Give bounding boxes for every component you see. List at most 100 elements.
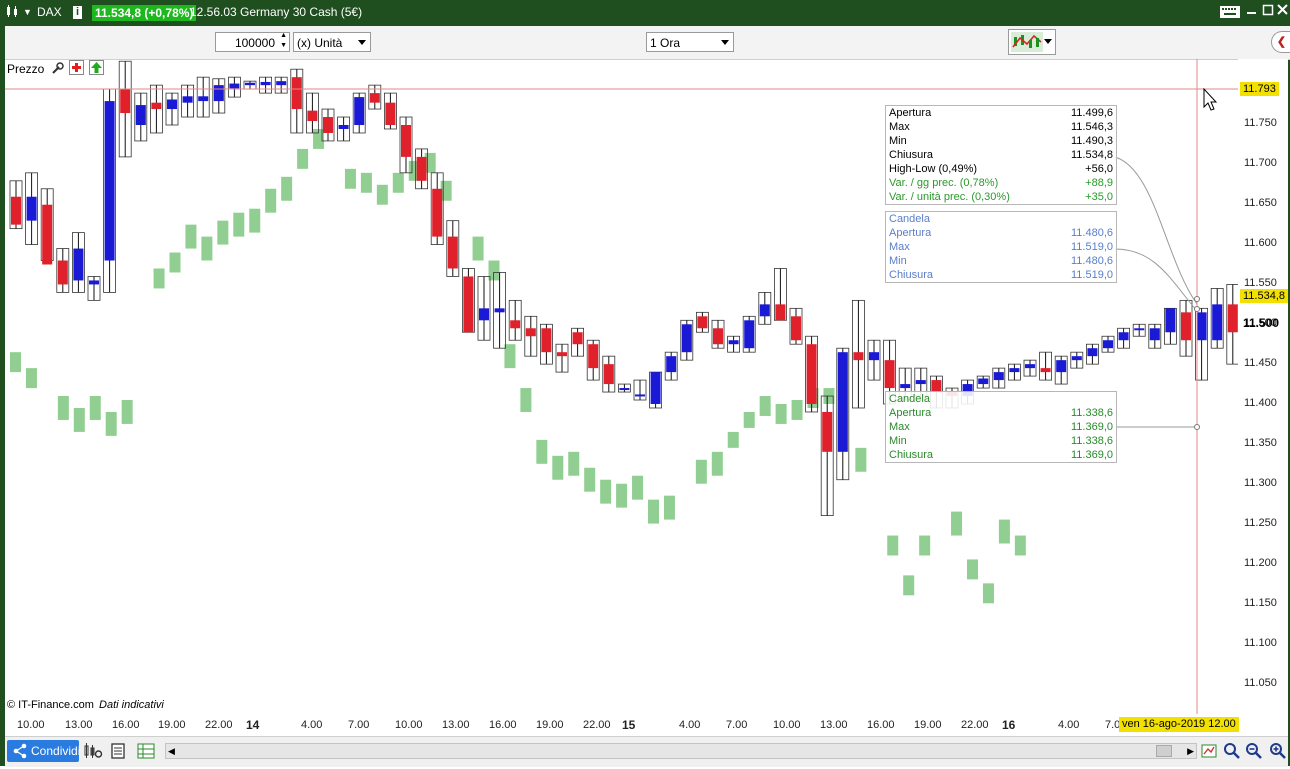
info-row-value: 11.490,3 — [1070, 135, 1113, 147]
bull-candle-body — [759, 304, 770, 317]
info-row-value: 11.534,8 — [1070, 149, 1113, 161]
price-axis[interactable]: 11.750 11.700 11.650 11.600 11.550 11.500 11.4… — [1238, 59, 1289, 714]
price-tick-label: 11.650 — [1244, 197, 1277, 209]
bear-candle-body — [42, 204, 53, 265]
indicator-block — [392, 172, 404, 193]
time-tick-label: 10.00 — [395, 719, 423, 731]
stepper-down-icon[interactable]: ▼ — [280, 40, 287, 52]
info-row-value: 11.480,6 — [1070, 255, 1113, 267]
info-row: Max 11.369,0 — [886, 420, 1116, 434]
minimize-icon[interactable] — [1246, 4, 1258, 20]
mouse-pointer-icon — [1203, 87, 1218, 111]
chart-panel-header: Prezzo — [7, 60, 107, 76]
indicator-block — [663, 495, 675, 520]
bear-candle-body — [1181, 312, 1191, 341]
quantity-value: 100000 — [234, 36, 275, 50]
info-row-label: Var. / gg prec. (0,78%) — [889, 177, 999, 189]
fit-chart-icon[interactable] — [1200, 742, 1218, 765]
zoom-in-icon[interactable] — [1269, 742, 1287, 765]
symbol-label[interactable]: DAX — [37, 5, 62, 19]
price-tick-label: 11.050 — [1244, 677, 1277, 689]
zoom-out-icon[interactable] — [1245, 742, 1263, 765]
share-label: Condividi — [31, 744, 81, 758]
notes-icon[interactable] — [110, 742, 126, 765]
side-panel-toggle-icon[interactable]: ❮ — [1271, 31, 1290, 53]
wrench-icon[interactable] — [51, 62, 64, 75]
chart-layout-icon[interactable] — [137, 742, 155, 765]
bull-candle-body — [1071, 356, 1082, 361]
chart-panel-label: Prezzo — [7, 62, 45, 76]
share-icon — [13, 740, 27, 769]
indicator-block — [998, 519, 1010, 544]
cursor-marker — [1194, 424, 1200, 430]
info-row: Max 11.519,0 — [886, 240, 1116, 254]
info-row-value: +56,0 — [1085, 163, 1113, 175]
indicator-block — [73, 407, 85, 432]
unit-select[interactable]: (x) Unità — [293, 32, 371, 52]
candlestick-icon[interactable] — [6, 4, 20, 22]
price-chart[interactable]: Prezzo © IT-Finance.com Dati indicativi … — [5, 59, 1238, 714]
share-button[interactable]: Condividi — [7, 740, 81, 762]
bull-candle-body — [900, 384, 911, 389]
info-row-value: 11.519,0 — [1070, 269, 1113, 281]
bear-candle-body — [432, 188, 443, 237]
bear-candle-body — [775, 304, 786, 321]
scroll-left-icon[interactable]: ◀ — [168, 745, 175, 757]
bear-candle-body — [510, 320, 521, 329]
chevron-down-icon[interactable]: ▼ — [23, 4, 32, 20]
maximize-icon[interactable] — [1262, 4, 1274, 20]
add-indicator-icon[interactable] — [69, 60, 85, 75]
info-row-label: Apertura — [889, 107, 932, 119]
indicator-block — [759, 396, 771, 416]
bull-candle-body — [635, 394, 645, 397]
price-tick-label: 11.550 — [1244, 277, 1277, 289]
indicator-block — [504, 344, 516, 369]
last-price-label: 11.534,8 — [1240, 289, 1289, 303]
price-tick-label: 11.200 — [1244, 557, 1277, 569]
horizontal-scrollbar[interactable]: ◀ ▶ — [165, 743, 1197, 759]
bold-price-label: 11.500 — [1243, 316, 1280, 330]
scroll-thumb[interactable] — [1156, 745, 1172, 757]
keyboard-icon[interactable] — [1220, 6, 1240, 22]
time-tick-label: 10.00 — [773, 719, 801, 731]
quantity-stepper[interactable]: 100000 ▲ ▼ — [215, 32, 290, 52]
bear-candle-body — [884, 360, 895, 389]
timeframe-select-value: 1 Ora — [650, 36, 681, 50]
info-row-value: 11.480,6 — [1070, 227, 1113, 239]
time-tick-label: 7.00 — [348, 719, 370, 731]
bull-candle-body — [479, 308, 489, 321]
info-icon[interactable]: i — [73, 6, 82, 19]
indicator-block — [89, 396, 101, 420]
info-row-value: 11.338,6 — [1070, 407, 1113, 419]
indicator-block — [584, 467, 596, 492]
info-row: Var. / gg prec. (0,78%) +88,9 — [886, 176, 1116, 190]
bear-candle-body — [588, 344, 599, 369]
chart-style-button[interactable] — [1008, 29, 1056, 55]
info-row-value: +88,9 — [1085, 177, 1113, 189]
bottom-toolbar: Condividi ◀ ▶ — [5, 736, 1288, 767]
indicator-block — [472, 236, 484, 261]
bull-candle-body — [681, 324, 692, 353]
price-tick-label: 11.400 — [1244, 397, 1277, 409]
candle-range-box — [1039, 351, 1052, 381]
info-panel-title: Candela — [889, 393, 930, 405]
bear-candle-body — [853, 352, 864, 361]
zoom-fit-icon[interactable] — [1223, 742, 1241, 765]
bear-candle-body — [1227, 304, 1238, 333]
bull-candle-body — [1025, 364, 1035, 369]
bear-candle-body — [416, 156, 427, 181]
time-axis[interactable]: 10.00 13.00 16.00 19.00 22.00 14 4.00 7.00 10.00… — [5, 714, 1239, 736]
arrow-up-icon[interactable] — [89, 60, 105, 75]
scroll-right-icon[interactable]: ▶ — [1187, 745, 1194, 757]
candles-settings-icon[interactable] — [83, 742, 103, 765]
info-row-label: Min — [889, 255, 907, 267]
info-row-value: 11.338,6 — [1070, 435, 1113, 447]
ohlc-info-panel: Apertura 11.499,6 Max 11.546,3 Min 11.490,3 Ch… — [885, 105, 1117, 205]
bull-candle-body — [26, 196, 37, 221]
time-tick-label: 13.00 — [65, 719, 93, 731]
time-tick-label: 16 — [1002, 718, 1016, 732]
info-row-label: Chiusura — [889, 449, 934, 461]
timeframe-select[interactable]: 1 Ora — [646, 32, 734, 52]
info-connector-line — [1114, 156, 1198, 305]
close-icon[interactable] — [1277, 4, 1289, 20]
